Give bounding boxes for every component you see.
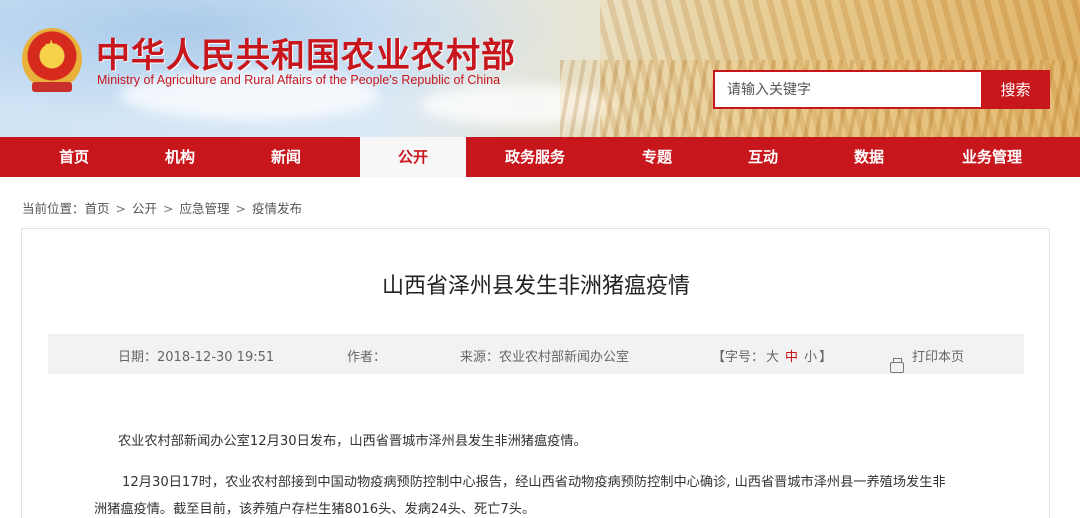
breadcrumb-separator: > [115, 201, 127, 216]
search-input[interactable] [713, 70, 981, 109]
site-subtitle: Ministry of Agriculture and Rural Affair… [97, 73, 501, 87]
header-banner: ★ 中华人民共和国农业农村部 Ministry of Agriculture a… [0, 0, 1080, 137]
article-paragraph: 12月30日17时，农业农村部接到中国动物疫病预防控制中心报告，经山西省动物疫病… [122, 475, 946, 490]
breadcrumb-separator: > [163, 201, 174, 216]
font-size-prefix: 【字号： [712, 350, 765, 365]
article-date: 日期：2018-12-30 19:51 [118, 350, 275, 365]
breadcrumb-public[interactable]: 公开 [132, 201, 157, 216]
nav-item-topics[interactable]: 专题 [604, 137, 710, 177]
site-title: 中华人民共和国农业农村部 [96, 36, 516, 76]
article-author: 作者： [347, 350, 387, 365]
breadcrumb: 当前位置：首页 > 公开 > 应急管理 > 疫情发布 [22, 198, 302, 217]
breadcrumb-prefix: 当前位置： [22, 201, 85, 216]
font-size-large-button[interactable]: 大 [766, 350, 779, 365]
breadcrumb-epidemic-release[interactable]: 疫情发布 [252, 201, 302, 216]
nav-item-government-services[interactable]: 政务服务 [466, 137, 604, 177]
printer-icon [890, 358, 904, 373]
nav-item-interaction[interactable]: 互动 [710, 137, 816, 177]
national-emblem-icon: ★ [22, 28, 82, 92]
print-label: 打印本页 [912, 350, 965, 365]
nav-item-news[interactable]: 新闻 [212, 137, 360, 177]
main-nav: 首页 机构 新闻 公开 政务服务 专题 互动 数据 业务管理 [0, 137, 1080, 177]
nav-item-home[interactable]: 首页 [0, 137, 148, 177]
nav-item-public[interactable]: 公开 [360, 137, 466, 177]
font-size-control: 【字号：大中小】 [712, 346, 832, 365]
breadcrumb-home[interactable]: 首页 [85, 201, 110, 216]
article-meta-bar: 日期：2018-12-30 19:51 作者： 来源：农业农村部新闻办公室 【字… [48, 334, 1024, 374]
breadcrumb-separator: > [235, 201, 247, 216]
article-paragraph: 洲猪瘟疫情。截至目前，该养殖户存栏生猪8016头、发病24头、死亡7头。 [94, 502, 536, 517]
print-button[interactable]: 打印本页 [890, 346, 965, 373]
breadcrumb-emergency-management[interactable]: 应急管理 [180, 201, 230, 216]
font-size-small-button[interactable]: 小 [804, 350, 817, 365]
article-source: 来源：农业农村部新闻办公室 [460, 350, 630, 365]
font-size-medium-button[interactable]: 中 [785, 350, 798, 365]
search-button[interactable]: 搜索 [981, 70, 1050, 109]
font-size-suffix: 】 [819, 350, 833, 365]
article-paragraph: 农业农村部新闻办公室12月30日发布，山西省晋城市泽州县发生非洲猪瘟疫情。 [118, 434, 587, 449]
nav-item-data[interactable]: 数据 [816, 137, 922, 177]
article-title: 山西省泽州县发生非洲猪瘟疫情 [381, 274, 690, 299]
nav-item-business-management[interactable]: 业务管理 [922, 137, 1062, 177]
nav-item-institutions[interactable]: 机构 [148, 137, 212, 177]
